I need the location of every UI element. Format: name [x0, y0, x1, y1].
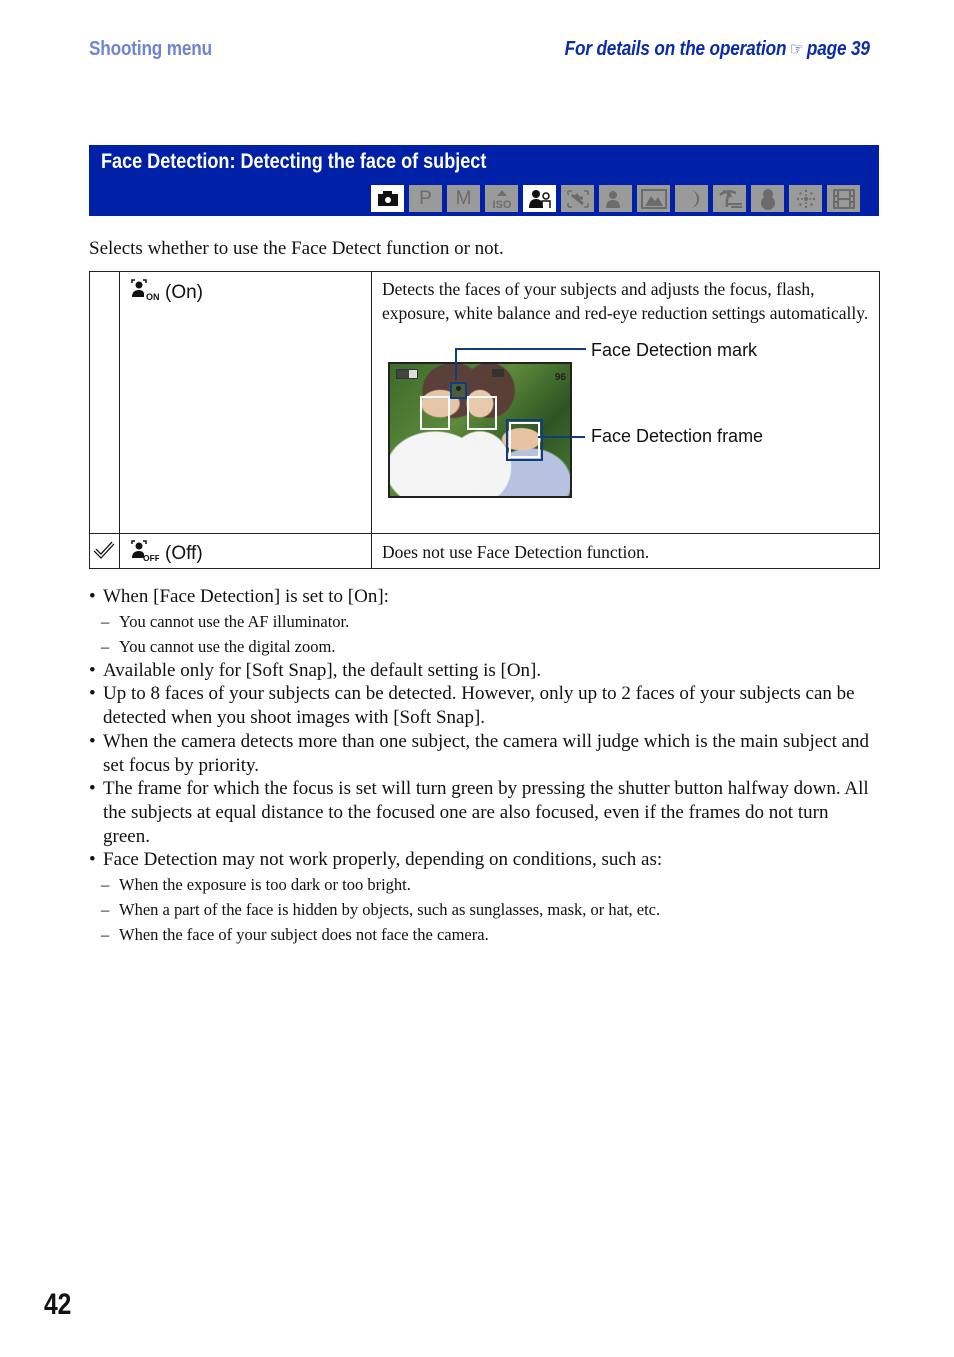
- callout-face-detection-mark: Face Detection mark: [591, 340, 758, 360]
- callout-face-detection-frame: Face Detection frame: [591, 426, 764, 446]
- option-description-off: Does not use Face Detection function.: [382, 542, 650, 562]
- program-p-icon: P: [409, 185, 442, 212]
- page-number: 42: [44, 1288, 72, 1321]
- option-description-cell: Detects the faces of your subjects and a…: [371, 271, 880, 534]
- snowman-icon: [751, 185, 784, 212]
- face-frame: [420, 396, 450, 430]
- option-name-cell: ON (On): [119, 271, 372, 534]
- leader-line-mark: [455, 348, 586, 350]
- note-subitem: You cannot use the AF illuminator.: [89, 609, 879, 634]
- option-row-on: ON (On) Detects the faces of your subjec…: [89, 271, 880, 534]
- mode-availability-strip: P M ISO: [371, 185, 860, 212]
- camera-icon: [371, 185, 404, 212]
- note-subitem: When the face of your subject does not f…: [89, 922, 879, 947]
- default-marker-cell: [89, 533, 120, 569]
- intro-text: Selects whether to use the Face Detect f…: [89, 238, 504, 259]
- note-bullet: Face Detection may not work properly, de…: [89, 848, 879, 872]
- topic-title: Face Detection: Detecting the face of su…: [101, 150, 487, 173]
- note-subitem: You cannot use the digital zoom.: [89, 634, 879, 659]
- battery-icon: [396, 369, 418, 379]
- page-reference-link[interactable]: For details on the operation ☞ page 39: [565, 38, 870, 61]
- leader-line-mark: [455, 348, 457, 380]
- fireworks-icon: [789, 185, 822, 212]
- reference-page: page 39: [807, 38, 870, 60]
- note-bullet: Available only for [Soft Snap], the defa…: [89, 659, 879, 683]
- face-detection-mark-icon: [450, 382, 467, 399]
- pointing-hand-icon: ☞: [789, 39, 804, 59]
- twilight-portrait-icon: [599, 185, 632, 212]
- leader-line-frame: [538, 436, 585, 438]
- option-label-off: (Off): [165, 543, 203, 564]
- option-row-off: OFF (Off) Does not use Face Detection fu…: [89, 533, 880, 569]
- face-detection-on-icon: ON: [129, 279, 160, 307]
- svg-text:OFF: OFF: [143, 553, 159, 562]
- section-title: Shooting menu: [89, 38, 212, 60]
- face-detection-off-icon: OFF: [129, 540, 160, 568]
- default-marker-cell: [89, 271, 120, 534]
- lcd-preview-image: 96: [388, 362, 572, 498]
- note-subitem: When a part of the face is hidden by obj…: [89, 897, 879, 922]
- soft-snap-icon: [523, 185, 556, 212]
- notes-list: When [Face Detection] is set to [On]: Yo…: [89, 585, 879, 947]
- image-size-icon: [492, 369, 504, 377]
- note-subitem: When the exposure is too dark or too bri…: [89, 872, 879, 897]
- moon-icon: [675, 185, 708, 212]
- landscape-icon: [637, 185, 670, 212]
- reference-prefix: For details on the operation: [564, 38, 787, 60]
- svg-text:ISO: ISO: [492, 199, 511, 210]
- note-bullet: Up to 8 faces of your subjects can be de…: [89, 682, 879, 729]
- options-table: ON (On) Detects the faces of your subjec…: [89, 271, 880, 569]
- option-label-on: (On): [165, 282, 203, 303]
- checkmark-icon: [90, 534, 119, 565]
- svg-text:ON: ON: [146, 292, 159, 301]
- face-frame-focused: [506, 419, 543, 461]
- face-detection-figure: 96 Face Detection mark Face Detection fr…: [377, 337, 872, 507]
- anti-blur-icon: [561, 185, 594, 212]
- option-description-on: Detects the faces of your subjects and a…: [382, 279, 869, 323]
- note-bullet: The frame for which the focus is set wil…: [89, 777, 879, 848]
- manual-m-icon: M: [447, 185, 480, 212]
- note-bullet: When the camera detects more than one su…: [89, 730, 879, 777]
- iso-icon: ISO: [485, 185, 518, 212]
- note-bullet: When [Face Detection] is set to [On]:: [89, 585, 879, 609]
- option-description-cell: Does not use Face Detection function.: [371, 533, 880, 569]
- film-icon: [827, 185, 860, 212]
- beach-icon: [713, 185, 746, 212]
- option-name-cell: OFF (Off): [119, 533, 372, 569]
- face-frame: [467, 396, 497, 430]
- topic-banner: Face Detection: Detecting the face of su…: [89, 145, 879, 216]
- shots-remaining: 96: [554, 372, 566, 383]
